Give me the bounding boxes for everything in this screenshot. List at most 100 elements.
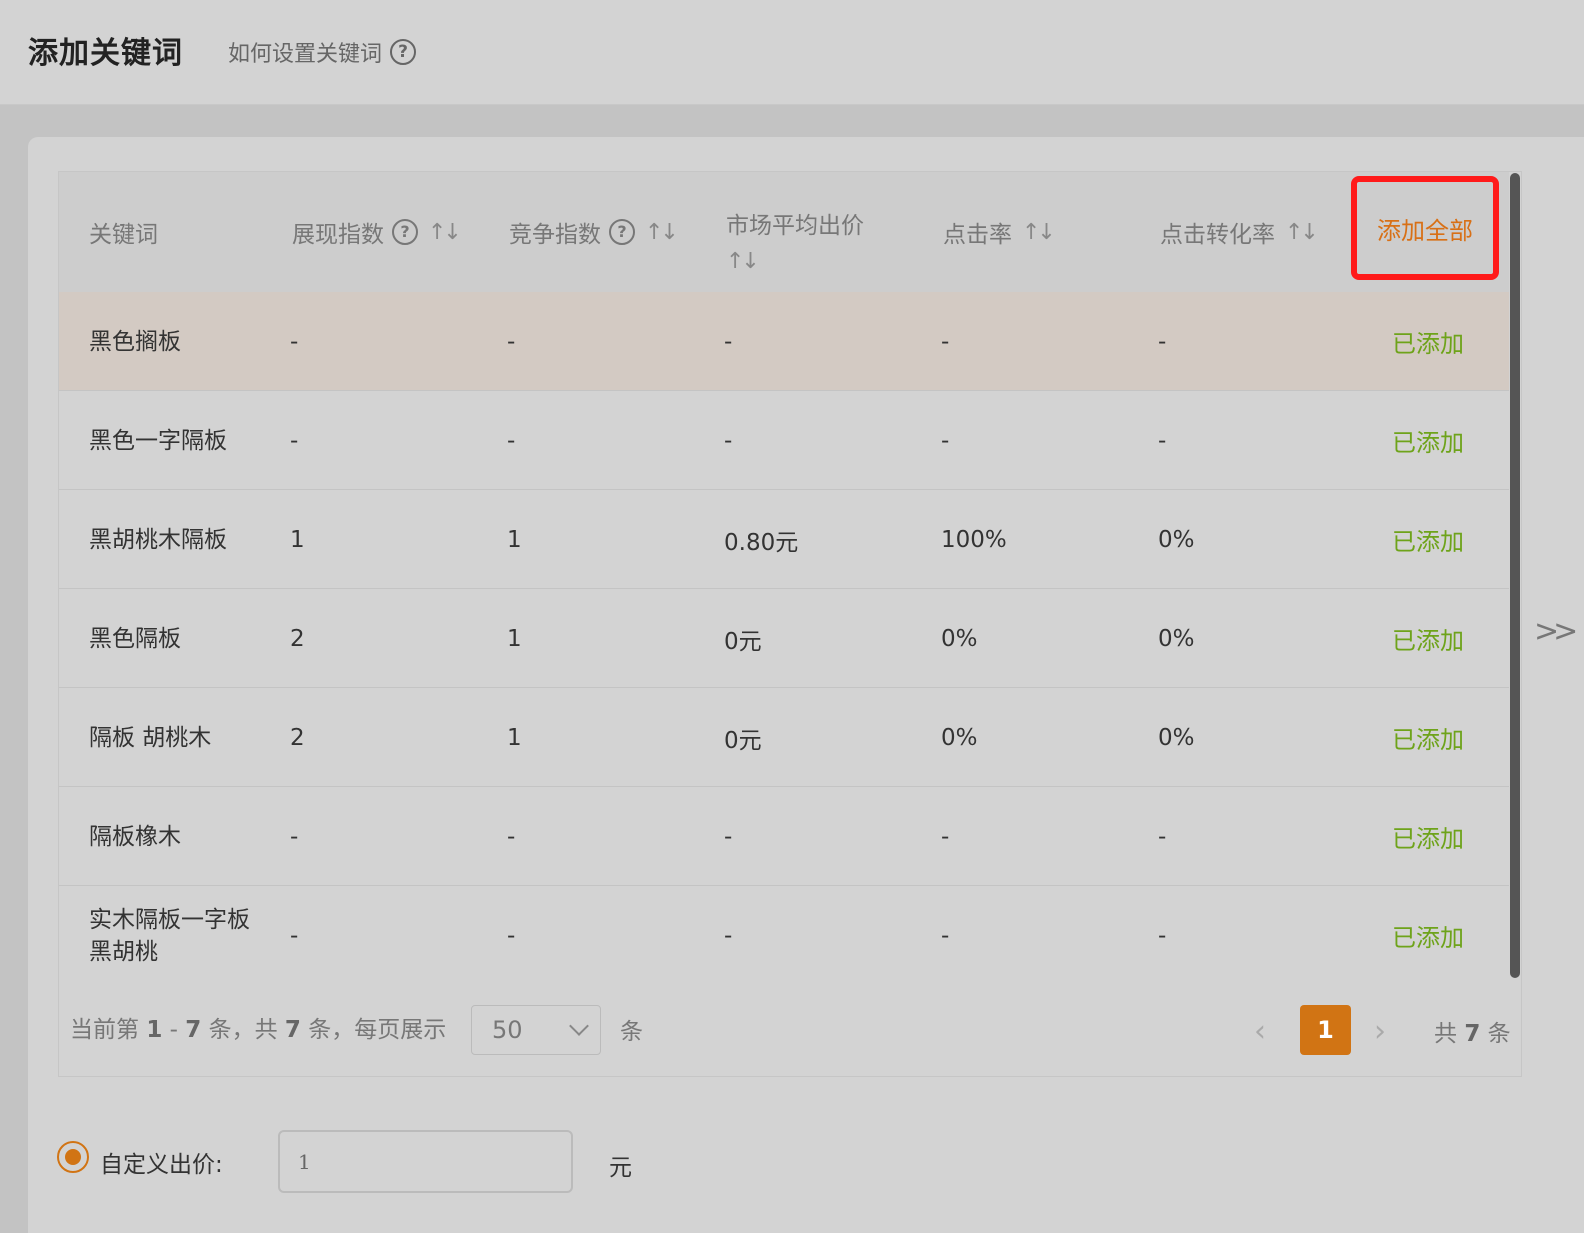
competition-cell: - xyxy=(507,427,516,454)
question-circle-icon[interactable]: ? xyxy=(609,219,635,245)
keyword-cell: 黑色隔板 xyxy=(89,625,181,652)
added-status: 已添加 xyxy=(1392,726,1464,754)
col-cvr-label: 点击转化率 xyxy=(1160,222,1275,248)
add-all-button[interactable]: 添加全部 xyxy=(1351,176,1499,280)
impression-cell: 2 xyxy=(290,724,305,751)
page-button-current[interactable]: 1 xyxy=(1300,1005,1351,1055)
page-title: 添加关键词 xyxy=(28,36,183,71)
ctr-cell: 100% xyxy=(941,526,1007,553)
impression-cell: - xyxy=(290,427,299,454)
added-status: 已添加 xyxy=(1392,429,1464,457)
col-avg-bid[interactable]: 市场平均出价 ↑↓ xyxy=(726,172,864,292)
table-scrollbar[interactable] xyxy=(1510,173,1520,978)
next-page-icon[interactable]: › xyxy=(1374,1014,1386,1049)
keyword-cell: 隔板 胡桃木 xyxy=(89,724,212,751)
sort-icon[interactable]: ↑↓ xyxy=(1285,220,1319,245)
added-status: 已添加 xyxy=(1392,528,1464,556)
help-link-label: 如何设置关键词 xyxy=(228,42,383,67)
added-status: 已添加 xyxy=(1392,627,1464,655)
competition-cell: - xyxy=(507,328,516,355)
keyword-cell: 黑色一字隔板 xyxy=(89,427,227,454)
total-suffix: 条 xyxy=(1480,1021,1511,1047)
custom-bid-input[interactable] xyxy=(278,1130,573,1193)
ctr-cell: 0% xyxy=(941,625,978,652)
cvr-cell: - xyxy=(1158,328,1167,355)
radio-selected-dot xyxy=(65,1149,81,1165)
cvr-cell: - xyxy=(1158,823,1167,850)
question-circle-icon: ? xyxy=(390,39,417,65)
impression-cell: 2 xyxy=(290,625,305,652)
impression-cell: - xyxy=(290,823,299,850)
competition-cell: 1 xyxy=(507,625,522,652)
pagination-suffix: 条，每页展示 xyxy=(300,1017,447,1043)
range-start: 1 xyxy=(146,1017,163,1043)
table-header: 关键词 展现指数 ? ↑↓ 竞争指数 ? ↑↓ 市场平均出价 ↑↓ 点击率 ↑↓… xyxy=(59,172,1509,292)
added-status: 已添加 xyxy=(1392,825,1464,853)
cvr-cell: 0% xyxy=(1158,724,1195,751)
impression-cell: 1 xyxy=(290,526,305,553)
keyword-cell: 隔板橡木 xyxy=(89,823,181,850)
cvr-cell: 0% xyxy=(1158,526,1195,553)
total-count: 7 xyxy=(284,1017,301,1043)
top-bar: 添加关键词 如何设置关键词 ? xyxy=(0,0,1584,105)
col-keyword-label: 关键词 xyxy=(89,222,158,248)
table-row[interactable]: 黑色一字隔板 - - - - - 已添加 xyxy=(59,391,1509,490)
cvr-cell: 0% xyxy=(1158,625,1195,652)
avg-bid-cell: 0元 xyxy=(724,628,762,655)
col-impression[interactable]: 展现指数 ? ↑↓ xyxy=(292,172,462,292)
pagination-total: 共 7 条 xyxy=(1434,1014,1511,1048)
custom-bid-label: 自定义出价: xyxy=(100,1152,223,1178)
avg-bid-cell: - xyxy=(724,922,733,949)
cvr-cell: - xyxy=(1158,922,1167,949)
competition-cell: - xyxy=(507,823,516,850)
sort-icon[interactable]: ↑↓ xyxy=(645,220,679,245)
help-link[interactable]: 如何设置关键词 ? xyxy=(228,36,417,68)
keyword-table: 关键词 展现指数 ? ↑↓ 竞争指数 ? ↑↓ 市场平均出价 ↑↓ 点击率 ↑↓… xyxy=(58,171,1522,1077)
pagination-summary: 当前第 1 - 7 条，共 7 条，每页展示 xyxy=(70,1010,446,1044)
table-row[interactable]: 黑色搁板 - - - - - 已添加 xyxy=(59,292,1509,391)
total-count-value: 7 xyxy=(1464,1021,1481,1047)
avg-bid-cell: 0元 xyxy=(724,727,762,754)
pagination-mid: 条，共 xyxy=(201,1017,285,1043)
sort-icon[interactable]: ↑↓ xyxy=(726,244,864,280)
pagination-prefix: 当前第 xyxy=(70,1017,147,1043)
col-competition[interactable]: 竞争指数 ? ↑↓ xyxy=(509,172,679,292)
chevron-down-icon xyxy=(569,1016,589,1036)
ctr-cell: - xyxy=(941,823,950,850)
table-row[interactable]: 隔板 胡桃木 2 1 0元 0% 0% 已添加 xyxy=(59,688,1509,787)
bid-unit: 元 xyxy=(609,1155,632,1181)
range-end: 7 xyxy=(185,1017,202,1043)
competition-cell: - xyxy=(507,922,516,949)
range-separator: - xyxy=(162,1017,186,1043)
table-row[interactable]: 黑胡桃木隔板 1 1 0.80元 100% 0% 已添加 xyxy=(59,490,1509,589)
impression-cell: - xyxy=(290,922,299,949)
cvr-cell: - xyxy=(1158,427,1167,454)
table-row[interactable]: 隔板橡木 - - - - - 已添加 xyxy=(59,787,1509,886)
avg-bid-cell: - xyxy=(724,328,733,355)
ctr-cell: 0% xyxy=(941,724,978,751)
avg-bid-cell: - xyxy=(724,823,733,850)
custom-bid-radio[interactable] xyxy=(57,1141,89,1173)
col-ctr[interactable]: 点击率 ↑↓ xyxy=(943,172,1056,292)
col-cvr[interactable]: 点击转化率 ↑↓ xyxy=(1160,172,1319,292)
double-chevron-right-icon[interactable]: >> xyxy=(1534,614,1578,649)
prev-page-icon[interactable]: ‹ xyxy=(1254,1014,1266,1049)
competition-cell: 1 xyxy=(507,526,522,553)
sort-icon[interactable]: ↑↓ xyxy=(1022,220,1056,245)
page-size-select[interactable]: 50 xyxy=(471,1005,601,1055)
sort-icon[interactable]: ↑↓ xyxy=(428,220,462,245)
col-ctr-label: 点击率 xyxy=(943,222,1012,248)
ctr-cell: - xyxy=(941,427,950,454)
total-prefix: 共 xyxy=(1434,1021,1465,1047)
table-row[interactable]: 黑色隔板 2 1 0元 0% 0% 已添加 xyxy=(59,589,1509,688)
question-circle-icon[interactable]: ? xyxy=(392,219,418,245)
competition-cell: 1 xyxy=(507,724,522,751)
avg-bid-cell: 0.80元 xyxy=(724,529,799,556)
keyword-cell: 黑色搁板 xyxy=(89,328,181,355)
ctr-cell: - xyxy=(941,328,950,355)
page-size-unit: 条 xyxy=(620,1019,643,1045)
table-row[interactable]: 实木隔板一字板黑胡桃 - - - - - 已添加 xyxy=(59,886,1509,985)
avg-bid-cell: - xyxy=(724,427,733,454)
col-impression-label: 展现指数 xyxy=(292,222,384,248)
impression-cell: - xyxy=(290,328,299,355)
